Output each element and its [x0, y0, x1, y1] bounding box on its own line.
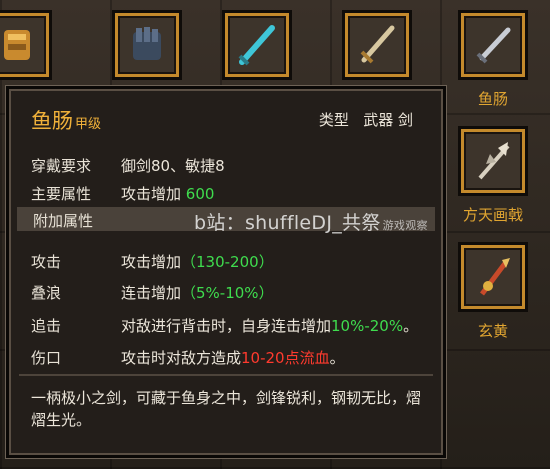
attr-attack: 攻击增加（130-200） — [121, 251, 274, 272]
main-attr: 攻击增加 600 — [121, 183, 214, 204]
slot-label-yuchang: 鱼肠 — [477, 90, 508, 108]
attr-dielang: 连击增加（5%-10%） — [121, 282, 274, 303]
watermark: b站：shuffleDJ_共祭 游戏观察 — [194, 208, 428, 235]
item-type: 类型 武器 剑 — [319, 109, 413, 130]
item-slot-fangtian-huaji[interactable] — [458, 126, 528, 196]
main-attr-label: 主要属性 — [31, 185, 92, 203]
watermark-text: b站：shuffleDJ_共祭 — [194, 212, 381, 234]
dagger-icon — [476, 27, 511, 64]
slot-label-xuanhuang: 玄黄 — [477, 322, 508, 340]
attr-label-attack: 攻击 — [31, 253, 62, 271]
attr-zhuiji-text: 对敌进行背击时，自身连击增加 — [121, 317, 332, 335]
item-slot-xuanhuang[interactable] — [458, 242, 528, 312]
item-name-text: 鱼肠 — [31, 109, 73, 133]
tooltip-divider — [19, 374, 433, 376]
slot-label-fangtian-huaji: 方天画戟 — [462, 206, 523, 224]
watermark-small: 游戏观察 — [382, 219, 428, 232]
item-slot-gauntlet[interactable] — [0, 10, 52, 80]
item-slot-yuchang[interactable] — [458, 10, 528, 80]
attr-shangkou: 攻击时对敌方造成10-20点流血。 — [121, 347, 345, 368]
main-attr-text: 攻击增加 — [121, 185, 182, 203]
item-grade: 甲级 — [75, 117, 102, 132]
attr-shangkou-value: 10-20点流血 — [241, 349, 330, 367]
item-name: 鱼肠 甲级 — [31, 105, 101, 135]
sword-icon — [238, 25, 275, 66]
attr-label-shangkou: 伤口 — [31, 349, 62, 367]
item-slot-bronze-sword[interactable] — [342, 10, 412, 80]
item-tooltip-panel: 鱼肠 甲级 类型 武器 剑 穿戴要求 御剑80、敏捷8 主要属性 攻击增加 600… — [6, 86, 446, 458]
attr-zhuiji-suffix: 。 — [403, 317, 419, 335]
item-type-label: 类型 — [318, 111, 349, 129]
attr-zhuiji-value: 10%-20% — [331, 317, 404, 335]
extra-attr-header-text: 附加属性 — [33, 212, 94, 230]
requirement-value: 御剑80、敏捷8 — [121, 157, 225, 175]
attr-zhuiji: 对敌进行背击时，自身连击增加10%-20%。 — [121, 315, 418, 336]
halberd-icon — [478, 142, 510, 180]
requirement-label: 穿戴要求 — [31, 157, 92, 175]
spear-icon — [480, 258, 510, 296]
attr-attack-value: （130-200） — [181, 253, 274, 271]
gauntlet-icon — [4, 30, 30, 60]
item-type-value: 武器 剑 — [363, 111, 413, 129]
attr-attack-text: 攻击增加 — [121, 253, 182, 271]
item-slot-jade-sword[interactable] — [222, 10, 292, 80]
attr-label-zhuiji: 追击 — [31, 317, 62, 335]
attr-shangkou-text: 攻击时对敌方造成 — [121, 349, 242, 367]
main-attr-value: 600 — [185, 185, 215, 203]
attr-shangkou-suffix: 。 — [329, 349, 345, 367]
attr-label-dielang: 叠浪 — [31, 284, 62, 302]
sword-icon — [360, 25, 395, 64]
item-slot-dark-gauntlet[interactable] — [112, 10, 182, 80]
attr-dielang-text: 连击增加 — [121, 284, 182, 302]
attr-dielang-value: （5%-10%） — [181, 284, 274, 302]
item-description: 一柄极小之剑，可藏于鱼身之中，剑锋锐利，钢韧无比，熠熠生光。 — [31, 389, 422, 429]
gauntlet-icon — [133, 27, 161, 60]
